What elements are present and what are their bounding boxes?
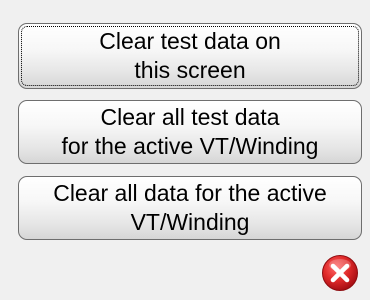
clear-all-test-data-button[interactable]: Clear all test data for the active VT/Wi… [18,100,362,164]
button-label-line: for the active VT/Winding [61,133,319,159]
clear-all-data-button[interactable]: Clear all data for the active VT/Winding [18,176,362,240]
button-label-line: this screen [134,57,246,83]
close-button[interactable] [321,254,359,292]
button-label-line: VT/Winding [130,209,250,235]
button-label-line: Clear all data for the active [53,180,327,206]
button-label-line: Clear test data on [99,28,281,54]
close-icon [322,255,358,291]
clear-data-dialog: Clear test data on this screen Clear all… [0,0,370,300]
clear-screen-data-button[interactable]: Clear test data on this screen [18,23,362,89]
button-label-line: Clear all test data [100,104,280,130]
